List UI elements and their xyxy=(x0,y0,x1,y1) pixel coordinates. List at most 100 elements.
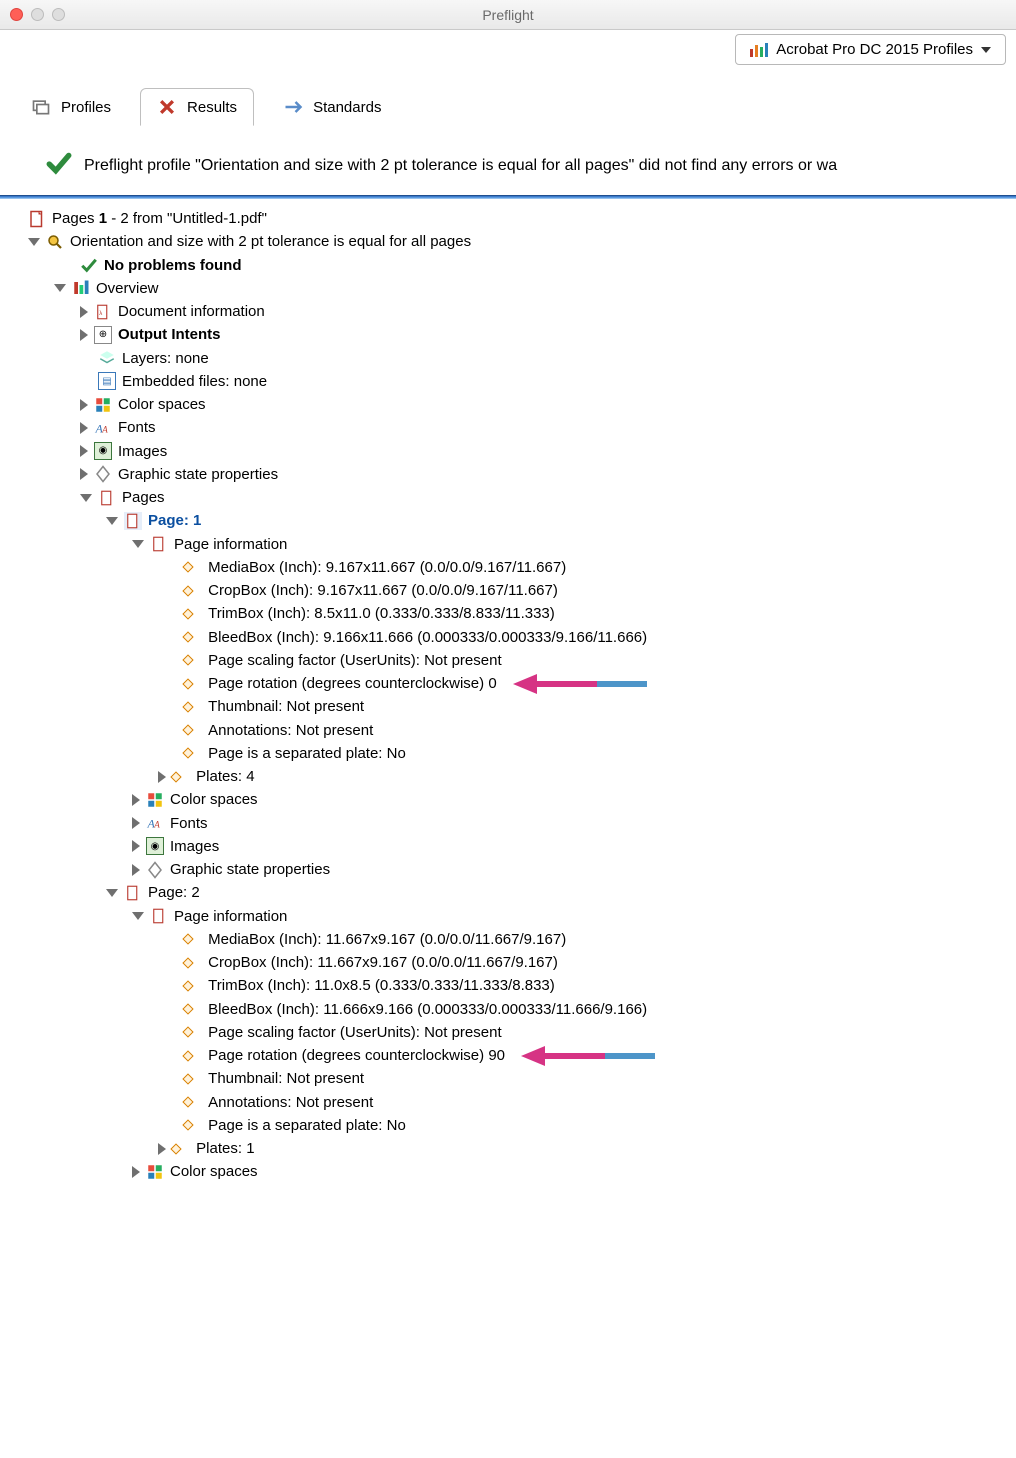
status-row: Preflight profile "Orientation and size … xyxy=(46,150,998,181)
disclosure-right-icon[interactable] xyxy=(132,794,140,806)
fonts-label: Fonts xyxy=(118,416,156,439)
page1-images-label: Images xyxy=(170,835,219,858)
page1-trimbox: TrimBox (Inch): 8.5x11.0 (0.333/0.333/8.… xyxy=(8,602,1008,625)
disclosure-right-icon[interactable] xyxy=(80,399,88,411)
overview-label: Overview xyxy=(96,277,159,300)
diamond-icon xyxy=(182,934,193,945)
profile-set-dropdown[interactable]: Acrobat Pro DC 2015 Profiles xyxy=(735,34,1006,65)
pdf-icon xyxy=(28,210,46,228)
page1-mediabox: MediaBox (Inch): 9.167x11.667 (0.0/0.0/9… xyxy=(8,556,1008,579)
disclosure-down-icon[interactable] xyxy=(106,889,118,897)
page2-colorspaces-label: Color spaces xyxy=(170,1160,258,1183)
page2-info-label: Page information xyxy=(174,905,287,928)
check-icon xyxy=(80,256,98,274)
disclosure-right-icon[interactable] xyxy=(80,468,88,480)
page1-node[interactable]: Page: 1 xyxy=(8,509,1008,532)
profiles-tab-icon xyxy=(31,97,51,117)
output-intents-node[interactable]: ⊕ Output Intents xyxy=(8,323,1008,346)
page1-fonts-node[interactable]: AA Fonts xyxy=(8,812,1008,835)
overview-node[interactable]: Overview xyxy=(8,277,1008,300)
diamond-icon xyxy=(182,1003,193,1014)
disclosure-right-icon[interactable] xyxy=(80,422,88,434)
pdf-page-icon xyxy=(150,907,168,925)
embedded-files-icon: ▤ xyxy=(98,372,116,390)
disclosure-down-icon[interactable] xyxy=(54,284,66,292)
page1-plates-node[interactable]: Plates: 4 xyxy=(8,765,1008,788)
disclosure-down-icon[interactable] xyxy=(28,238,40,246)
pages-node[interactable]: Pages xyxy=(8,486,1008,509)
chevron-down-icon xyxy=(981,47,991,53)
color-spaces-icon xyxy=(94,396,112,414)
page1-cropbox: CropBox (Inch): 9.167x11.667 (0.0/0.0/9.… xyxy=(8,579,1008,602)
close-window-button[interactable] xyxy=(10,8,23,21)
profiles-icon xyxy=(750,43,768,57)
magnifier-icon xyxy=(46,233,64,251)
diamond-icon xyxy=(182,562,193,573)
traffic-lights xyxy=(10,8,65,21)
diamond-icon xyxy=(182,1073,193,1084)
page1-images-node[interactable]: ◉ Images xyxy=(8,835,1008,858)
page1-thumb: Thumbnail: Not present xyxy=(8,695,1008,718)
disclosure-right-icon[interactable] xyxy=(80,306,88,318)
disclosure-down-icon[interactable] xyxy=(132,540,144,548)
docinfo-node[interactable]: λ Document information xyxy=(8,300,1008,323)
graphicstate-label: Graphic state properties xyxy=(118,463,278,486)
page2-thumb: Thumbnail: Not present xyxy=(8,1067,1008,1090)
tab-profiles[interactable]: Profiles xyxy=(14,88,128,126)
page1-sep: Page is a separated plate: No xyxy=(8,742,1008,765)
tree-header[interactable]: Pages 1 - 2 from "Untitled-1.pdf" xyxy=(8,207,1008,230)
tree-profile[interactable]: Orientation and size with 2 pt tolerance… xyxy=(8,230,1008,253)
page1-info-label: Page information xyxy=(174,533,287,556)
output-intents-label: Output Intents xyxy=(118,323,220,346)
disclosure-down-icon[interactable] xyxy=(106,517,118,525)
tab-results[interactable]: Results xyxy=(140,88,254,126)
success-check-icon xyxy=(46,150,72,181)
window-titlebar: Preflight xyxy=(0,0,1016,30)
diamond-icon xyxy=(182,608,193,619)
disclosure-right-icon[interactable] xyxy=(80,329,88,341)
colorspaces-node[interactable]: Color spaces xyxy=(8,393,1008,416)
page1-colorspaces-label: Color spaces xyxy=(170,788,258,811)
zoom-window-button[interactable] xyxy=(52,8,65,21)
page2-title: Page: 2 xyxy=(148,881,200,904)
page1-graphicstate-node[interactable]: Graphic state properties xyxy=(8,858,1008,881)
color-spaces-icon xyxy=(146,791,164,809)
tab-standards[interactable]: Standards xyxy=(266,88,398,126)
disclosure-right-icon[interactable] xyxy=(132,864,140,876)
fonts-node[interactable]: AA Fonts xyxy=(8,416,1008,439)
page1-info-node[interactable]: Page information xyxy=(8,533,1008,556)
images-node[interactable]: ◉ Images xyxy=(8,440,1008,463)
disclosure-down-icon[interactable] xyxy=(132,912,144,920)
page2-info-node[interactable]: Page information xyxy=(8,905,1008,928)
images-icon: ◉ xyxy=(94,442,112,460)
disclosure-right-icon[interactable] xyxy=(132,840,140,852)
diamond-icon xyxy=(182,1120,193,1131)
page2-node[interactable]: Page: 2 xyxy=(8,881,1008,904)
disclosure-right-icon[interactable] xyxy=(158,771,166,783)
page2-plates-node[interactable]: Plates: 1 xyxy=(8,1137,1008,1160)
page2-scaling: Page scaling factor (UserUnits): Not pre… xyxy=(8,1021,1008,1044)
colorspaces-label: Color spaces xyxy=(118,393,206,416)
page2-mediabox: MediaBox (Inch): 11.667x9.167 (0.0/0.0/1… xyxy=(8,928,1008,951)
page1-rotation: Page rotation (degrees counterclockwise)… xyxy=(8,672,1008,695)
results-tab-icon xyxy=(157,97,177,117)
diamond-icon xyxy=(182,1050,193,1061)
minimize-window-button[interactable] xyxy=(31,8,44,21)
disclosure-right-icon[interactable] xyxy=(132,1166,140,1178)
docinfo-label: Document information xyxy=(118,300,265,323)
page2-colorspaces-node[interactable]: Color spaces xyxy=(8,1160,1008,1183)
disclosure-right-icon[interactable] xyxy=(132,817,140,829)
page1-colorspaces-node[interactable]: Color spaces xyxy=(8,788,1008,811)
fonts-icon: AA xyxy=(94,419,112,437)
diamond-icon xyxy=(182,701,193,712)
disclosure-right-icon[interactable] xyxy=(80,445,88,457)
disclosure-right-icon[interactable] xyxy=(158,1143,166,1155)
disclosure-down-icon[interactable] xyxy=(80,494,92,502)
graphic-state-icon xyxy=(94,465,112,483)
pages-label: Pages xyxy=(122,486,165,509)
color-spaces-icon xyxy=(146,1163,164,1181)
fonts-icon: AA xyxy=(146,814,164,832)
embedded-label: Embedded files: none xyxy=(122,370,267,393)
results-tree: Pages 1 - 2 from "Untitled-1.pdf" Orient… xyxy=(0,199,1016,1204)
graphicstate-node[interactable]: Graphic state properties xyxy=(8,463,1008,486)
